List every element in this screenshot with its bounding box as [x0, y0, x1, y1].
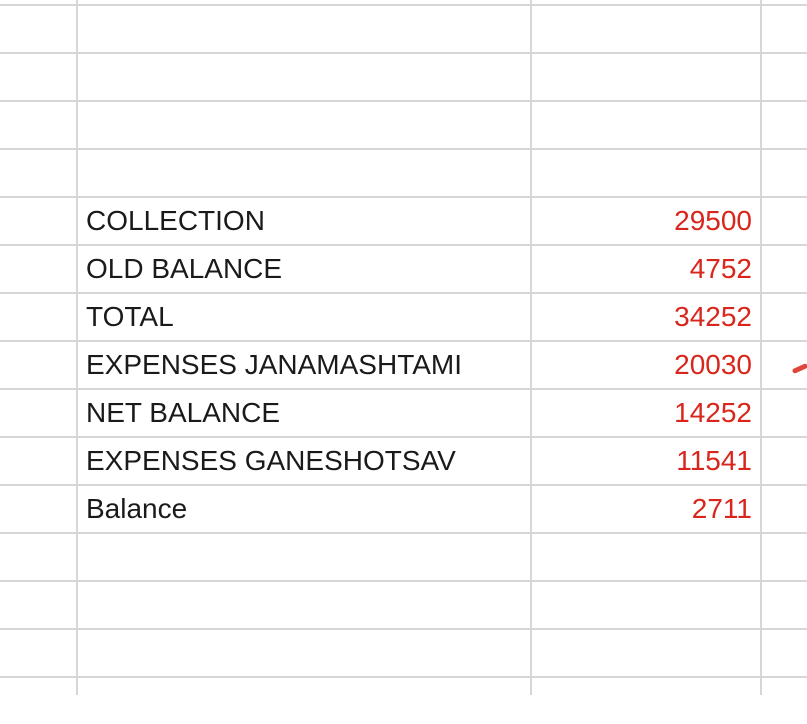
column-divider	[76, 0, 78, 695]
label-cell[interactable]	[78, 534, 531, 580]
table-row	[0, 676, 807, 724]
label-cell[interactable]: OLD BALANCE	[78, 246, 531, 292]
empty-cell[interactable]	[761, 6, 807, 52]
value-cell[interactable]: 14252	[531, 390, 761, 436]
table-row: TOTAL 34252	[0, 292, 807, 340]
value-cell[interactable]	[531, 102, 761, 148]
table-row	[0, 100, 807, 148]
label-cell[interactable]: EXPENSES JANAMASHTAMI	[78, 342, 531, 388]
empty-cell[interactable]	[761, 630, 807, 676]
value-cell[interactable]: 20030	[531, 342, 761, 388]
table-row: Balance 2711	[0, 484, 807, 532]
empty-cell[interactable]	[761, 438, 807, 484]
empty-cell[interactable]	[761, 534, 807, 580]
table-row: NET BALANCE 14252	[0, 388, 807, 436]
table-row	[0, 52, 807, 100]
empty-cell[interactable]	[761, 246, 807, 292]
label-cell[interactable]	[78, 582, 531, 628]
table-row: EXPENSES JANAMASHTAMI 20030	[0, 340, 807, 388]
table-row	[0, 580, 807, 628]
label-cell[interactable]: COLLECTION	[78, 198, 531, 244]
table-row	[0, 628, 807, 676]
column-divider	[530, 0, 532, 695]
table-row	[0, 148, 807, 196]
table-row: COLLECTION 29500	[0, 196, 807, 244]
empty-cell[interactable]	[761, 486, 807, 532]
table-row: OLD BALANCE 4752	[0, 244, 807, 292]
value-cell[interactable]	[531, 150, 761, 196]
label-cell[interactable]	[78, 630, 531, 676]
empty-cell[interactable]	[761, 294, 807, 340]
label-cell[interactable]	[78, 54, 531, 100]
value-cell[interactable]	[531, 54, 761, 100]
value-cell[interactable]: 4752	[531, 246, 761, 292]
value-cell[interactable]	[531, 6, 761, 52]
table-row: EXPENSES GANESHOTSAV 11541	[0, 436, 807, 484]
value-cell[interactable]	[531, 534, 761, 580]
empty-cell[interactable]	[761, 102, 807, 148]
value-cell[interactable]: 11541	[531, 438, 761, 484]
label-cell[interactable]: NET BALANCE	[78, 390, 531, 436]
value-cell[interactable]	[531, 630, 761, 676]
empty-cell[interactable]	[761, 582, 807, 628]
value-cell[interactable]	[531, 582, 761, 628]
label-cell[interactable]: TOTAL	[78, 294, 531, 340]
empty-cell[interactable]	[761, 150, 807, 196]
table-row	[0, 4, 807, 52]
spreadsheet-grid: COLLECTION 29500 OLD BALANCE 4752 TOTAL …	[0, 0, 807, 695]
value-cell[interactable]: 29500	[531, 198, 761, 244]
table-row	[0, 532, 807, 580]
empty-cell[interactable]	[761, 54, 807, 100]
value-cell[interactable]: 34252	[531, 294, 761, 340]
value-cell[interactable]: 2711	[531, 486, 761, 532]
column-divider	[760, 0, 762, 695]
label-cell[interactable]	[78, 6, 531, 52]
label-cell[interactable]: Balance	[78, 486, 531, 532]
empty-cell[interactable]	[761, 390, 807, 436]
empty-cell[interactable]	[761, 198, 807, 244]
label-cell[interactable]	[78, 102, 531, 148]
label-cell[interactable]: EXPENSES GANESHOTSAV	[78, 438, 531, 484]
label-cell[interactable]	[78, 150, 531, 196]
